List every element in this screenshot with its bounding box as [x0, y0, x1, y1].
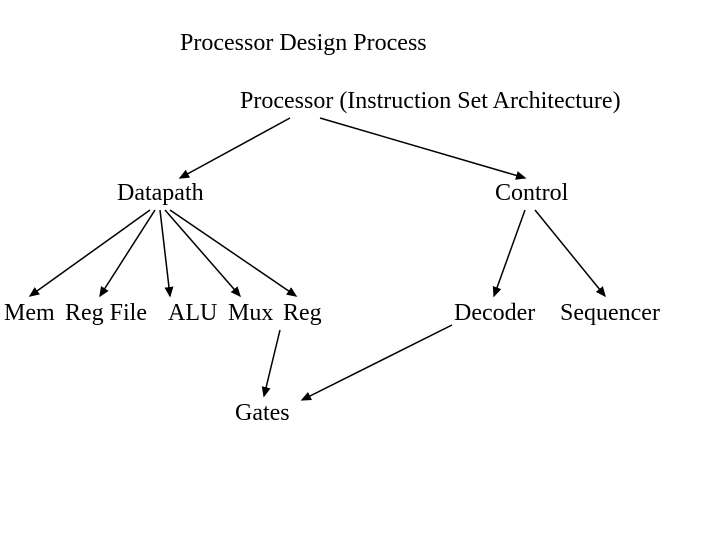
control-child-decoder: Decoder [454, 300, 535, 327]
datapath-child-regfile: Reg File [65, 300, 147, 327]
diagram-arrows [0, 0, 720, 540]
datapath-node: Datapath [117, 180, 204, 207]
root-node: Processor (Instruction Set Architecture) [240, 88, 621, 115]
leaf-node: Gates [235, 400, 290, 427]
datapath-child-mux: Mux [228, 300, 273, 327]
datapath-child-alu: ALU [168, 300, 217, 327]
control-node: Control [495, 180, 568, 207]
datapath-child-mem: Mem [4, 300, 55, 327]
diagram-title: Processor Design Process [180, 30, 427, 57]
control-child-sequencer: Sequencer [560, 300, 660, 327]
datapath-child-reg: Reg [283, 300, 322, 327]
